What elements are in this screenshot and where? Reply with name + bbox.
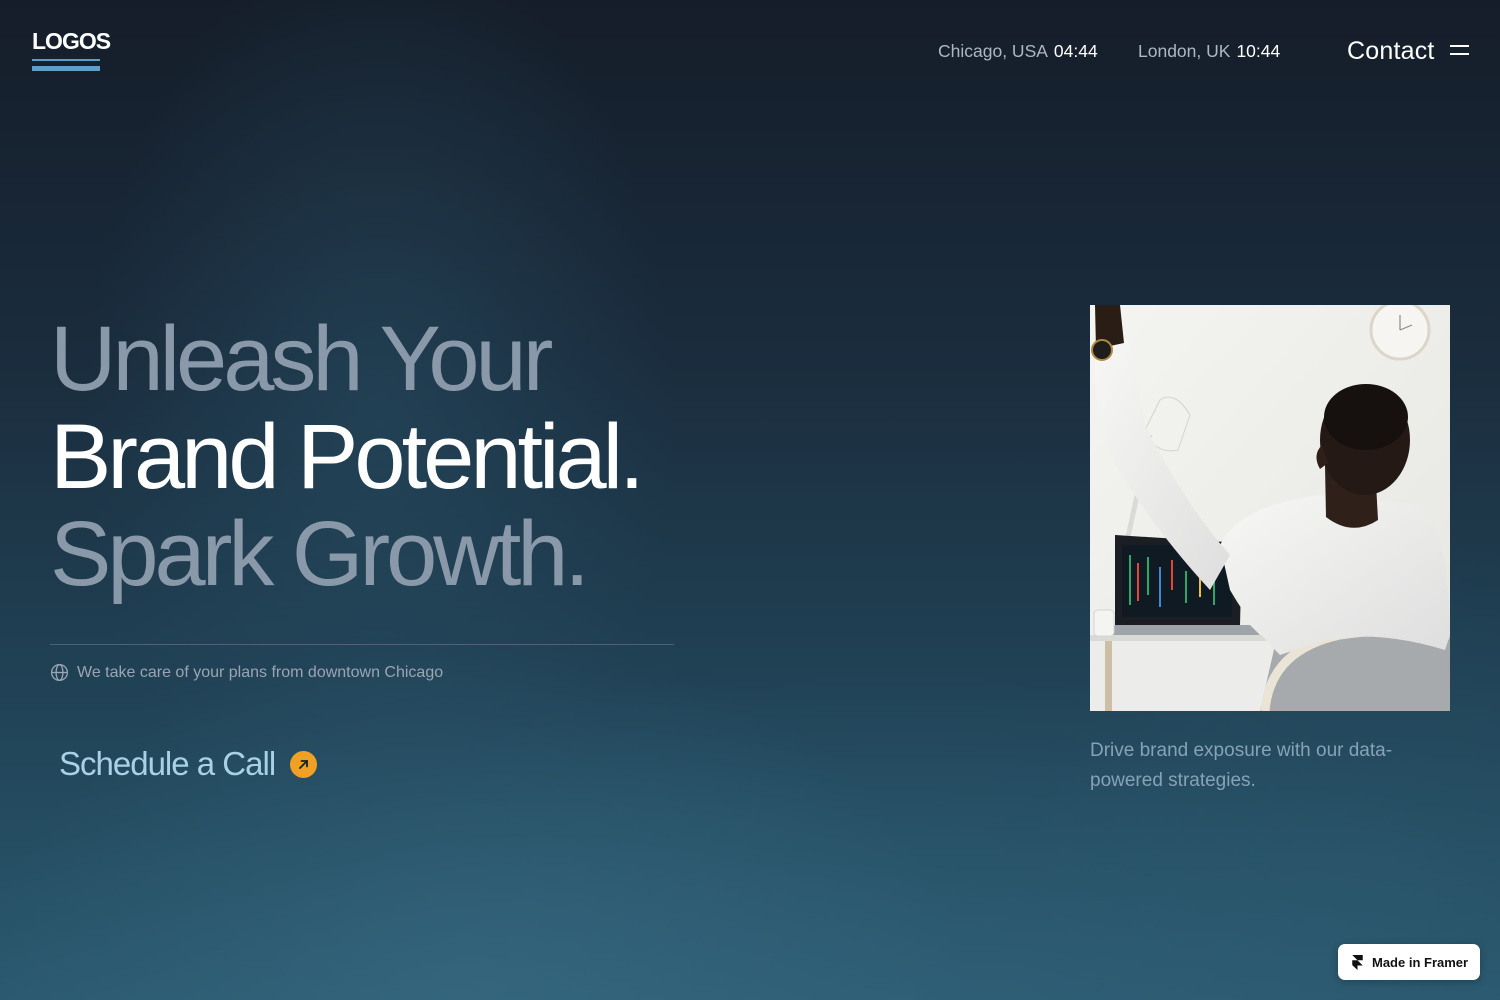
hero-headline-line-1: Unleash Your bbox=[50, 308, 553, 410]
location-text: We take care of your plans from downtown… bbox=[77, 663, 444, 681]
hero-headline-line-3: Spark Growth. bbox=[50, 503, 590, 605]
hero-headline-line-2: Brand Potential. bbox=[50, 406, 645, 508]
made-in-framer-label[interactable]: Made in Framer bbox=[1372, 955, 1468, 970]
location-note: We take care of your plans from downtown… bbox=[50, 663, 443, 682]
schedule-call-label[interactable]: Schedule a Call bbox=[59, 745, 276, 783]
aside-caption: Drive brand exposure with our data-power… bbox=[1090, 740, 1393, 791]
hero-photo bbox=[1090, 305, 1450, 711]
clock-chicago: Chicago, USA 04:44 bbox=[938, 41, 1098, 62]
made-in-framer-badge[interactable]: Made in Framer bbox=[1338, 944, 1480, 980]
framer-logo-icon bbox=[1352, 954, 1363, 970]
logo[interactable]: LOGOS bbox=[32, 28, 111, 55]
hamburger-menu-icon[interactable] bbox=[1450, 43, 1469, 57]
clock-city: Chicago, USA bbox=[938, 41, 1048, 61]
hero-divider bbox=[50, 644, 674, 645]
logo-underline-thin bbox=[32, 59, 100, 61]
contact-link[interactable]: Contact bbox=[1347, 37, 1435, 66]
clock-time: 10:44 bbox=[1236, 41, 1281, 61]
menu-line bbox=[1450, 53, 1469, 55]
clock-time: 04:44 bbox=[1053, 41, 1098, 61]
globe-icon bbox=[50, 663, 69, 682]
logo-underline-thick bbox=[32, 66, 100, 71]
schedule-call-button[interactable]: Schedule a Call bbox=[59, 745, 318, 783]
clock-city: London, UK bbox=[1138, 41, 1231, 61]
logo-underline bbox=[32, 59, 100, 72]
clock-london: London, UK 10:44 bbox=[1138, 41, 1280, 62]
arrow-up-right-icon[interactable] bbox=[290, 750, 318, 778]
menu-line bbox=[1450, 45, 1469, 47]
